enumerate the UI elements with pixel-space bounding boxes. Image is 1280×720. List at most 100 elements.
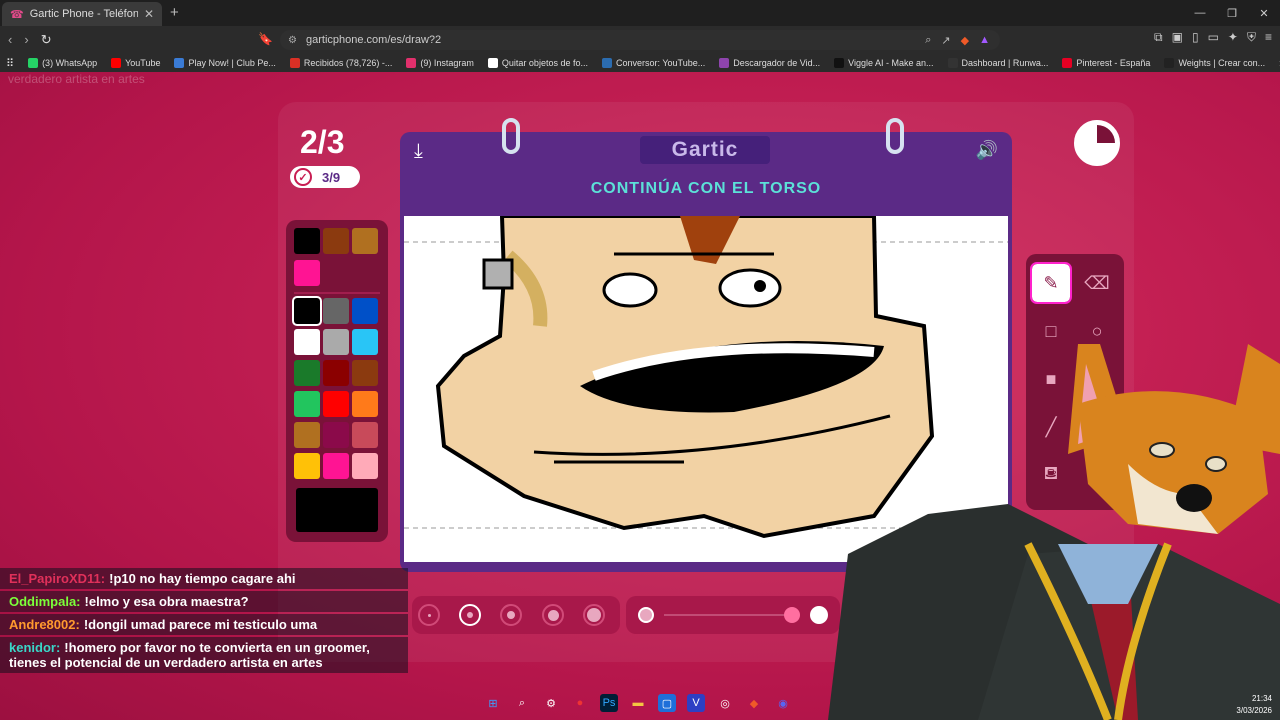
minimize-icon[interactable]: — [1184,0,1216,26]
windows-start-icon[interactable]: ⊞ [484,694,502,712]
bookmark-item[interactable]: Recibidos (78,726) -... [289,58,392,68]
color-swatch[interactable] [294,453,320,479]
color-swatch[interactable] [323,360,349,386]
download-icon[interactable]: ⤓ [414,140,423,163]
sidebar-icon[interactable]: ▯ [1192,30,1199,45]
brave-rewards-icon[interactable]: ▲ [979,34,990,47]
brush-size-4[interactable] [542,604,564,626]
brush-size-2[interactable] [459,604,481,626]
color-swatch[interactable] [323,228,349,254]
settings-app-icon[interactable]: ⚙ [542,694,560,712]
back-icon[interactable]: ‹ [8,32,12,48]
stream-chat: El_PapiroXD11: !p10 no hay tiempo cagare … [0,568,408,704]
overlay-ghost-text: verdadero artista en artes [8,72,145,86]
zoom-icon[interactable]: ⌕ [925,34,931,47]
color-swatch[interactable] [323,329,349,355]
bookmark-icon[interactable]: 🔖 [258,32,273,46]
site-info-icon[interactable]: ⚙ [288,35,297,46]
chrome-icon[interactable]: ◎ [716,694,734,712]
color-swatch[interactable] [323,298,349,324]
opacity-max-dot [810,606,828,624]
nav-buttons: ‹ › ↻ [8,32,52,48]
pencil-tool[interactable]: ✎ [1030,262,1072,304]
palette-divider [294,292,380,294]
browser-tab-gartic[interactable]: ☎ Gartic Phone - Teléfono Descon ✕ [2,2,162,26]
wallet-icon[interactable]: ▭ [1208,30,1219,45]
color-swatch[interactable] [294,329,320,355]
bookmark-item[interactable]: Quitar objetos de fo... [487,58,588,68]
color-swatch[interactable] [352,298,378,324]
color-swatch[interactable] [294,228,320,254]
close-tab-icon[interactable]: ✕ [144,7,154,21]
menu-icon[interactable]: ≡ [1265,30,1272,45]
reload-icon[interactable]: ↻ [41,32,52,48]
color-swatch[interactable] [352,453,378,479]
tab-search-icon[interactable]: ▣ [1172,30,1183,45]
vpn-icon[interactable]: ⛨ [1247,30,1256,45]
browser-tabstrip: ☎ Gartic Phone - Teléfono Descon ✕ + — ❐… [0,0,1280,26]
timer-pie [1079,125,1115,161]
color-swatch[interactable] [352,329,378,355]
bookmark-item[interactable]: Conversor: YouTube... [601,58,705,68]
vegas-icon[interactable]: V [687,694,705,712]
apps-grid-icon[interactable]: ⠿ [6,57,14,70]
close-window-icon[interactable]: ✕ [1248,0,1280,26]
color-swatch[interactable] [352,360,378,386]
app-tile-icon[interactable]: ▢ [658,694,676,712]
bookmark-item[interactable]: YouTube [111,58,160,68]
new-tab-button[interactable]: + [170,4,179,21]
bookmark-favicon-icon [601,58,612,68]
brave-shield-icon[interactable]: ◆ [961,34,969,47]
speaker-icon[interactable]: 🔊 [976,140,998,161]
search-icon[interactable]: ⌕ [513,694,531,712]
bookmark-label: Weights | Crear con... [1178,58,1266,68]
color-swatch[interactable] [294,260,320,286]
bookmark-item[interactable]: Descargador de Vid... [719,58,820,68]
recorder-app-icon[interactable]: ● [571,694,589,712]
bookmark-item[interactable]: (3) WhatsApp [28,58,97,68]
color-swatch[interactable] [294,360,320,386]
opacity-slider-handle[interactable] [784,607,800,623]
color-swatch[interactable] [323,391,349,417]
extensions-icon[interactable]: ⧉ [1154,30,1163,45]
gartic-phone-icon: ☎ [10,8,24,21]
brush-size-3[interactable] [500,604,522,626]
bookmark-item[interactable]: Viggle AI - Make an... [834,58,934,68]
restore-icon[interactable]: ❐ [1216,0,1248,26]
opacity-slider-track[interactable] [664,614,794,616]
color-swatch[interactable] [352,422,378,448]
color-swatch[interactable] [352,391,378,417]
bookmark-item[interactable]: (9) Instagram [406,58,474,68]
url-text: garticphone.com/es/draw?2 [306,34,442,46]
leo-ai-icon[interactable]: ✦ [1228,30,1238,45]
eraser-tool[interactable]: ⌫ [1078,264,1116,302]
file-explorer-icon[interactable]: ▬ [629,694,647,712]
forward-icon[interactable]: › [24,32,28,48]
url-field[interactable]: ⚙ garticphone.com/es/draw?2 ⌕ ↗ ◆ ▲ [280,30,1000,50]
color-swatch[interactable] [323,453,349,479]
clock-time: 21:34 [1251,694,1272,703]
chat-username: El_PapiroXD11: [9,571,106,586]
color-swatch[interactable] [294,422,320,448]
color-swatch[interactable] [292,296,322,326]
chat-message: Andre8002: !dongil umad parece mi testicu… [0,614,408,635]
bookmark-item[interactable]: Pinterest - España [1062,58,1150,68]
color-palette [286,220,388,542]
photoshop-icon[interactable]: Ps [600,694,618,712]
brave-taskbar-icon[interactable]: ◆ [745,694,763,712]
bookmark-item[interactable]: Play Now! | Club Pe... [174,58,276,68]
color-swatch[interactable] [323,422,349,448]
bookmark-item[interactable]: Weights | Crear con... [1164,58,1265,68]
bookmark-favicon-icon [487,58,498,68]
gartic-logo: Gartic [640,136,770,164]
color-swatch[interactable] [294,391,320,417]
color-swatch[interactable] [352,228,378,254]
bookmark-favicon-icon [174,58,185,68]
bookmark-item[interactable]: Dashboard | Runwa... [947,58,1048,68]
bookmark-label: YouTube [125,58,161,68]
brush-size-5[interactable] [583,604,605,626]
discord-icon[interactable]: ◉ [774,694,792,712]
address-bar-row: ‹ › ↻ 🔖 ⚙ garticphone.com/es/draw?2 ⌕ ↗ … [0,26,1280,54]
share-icon[interactable]: ↗ [941,34,950,47]
brush-size-1[interactable] [418,604,440,626]
